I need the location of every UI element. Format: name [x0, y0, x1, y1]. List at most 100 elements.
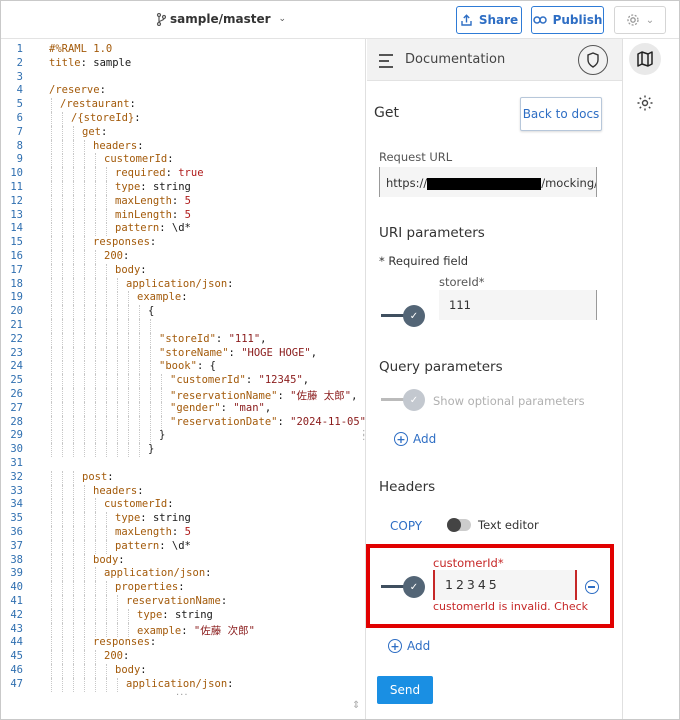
- pane-splitter[interactable]: ::: [362, 428, 365, 443]
- branch-icon: [156, 12, 166, 26]
- error-highlight-box: [366, 544, 614, 628]
- code-line: 26 "reservationName": "佐藤 太郎",: [1, 388, 366, 402]
- code-text: application/json:: [31, 677, 233, 692]
- line-number: 2: [16, 56, 23, 69]
- security-button[interactable]: [578, 45, 608, 75]
- code-text: /reserve:: [49, 84, 106, 97]
- line-number: 35: [10, 512, 23, 525]
- line-number: 16: [10, 250, 23, 262]
- line-number: 37: [10, 539, 23, 552]
- code-text: #%RAML 1.0: [49, 43, 113, 55]
- text-editor-switch[interactable]: [447, 518, 471, 532]
- headers-title: Headers: [379, 479, 436, 495]
- api-settings-tab[interactable]: [636, 94, 654, 116]
- send-button[interactable]: Send: [377, 676, 433, 704]
- link-icon: [532, 16, 547, 24]
- redacted-host: [427, 177, 542, 190]
- code-line: 42 type: string: [1, 608, 366, 623]
- settings-menu-button[interactable]: ⌄: [614, 6, 666, 34]
- code-line: 16 200:: [1, 250, 366, 264]
- uri-parameters-title: URI parameters: [379, 225, 485, 241]
- documentation-header: Documentation: [367, 39, 622, 81]
- line-number: 13: [10, 208, 23, 221]
- line-number: 42: [10, 608, 23, 621]
- copy-button[interactable]: COPY: [390, 519, 422, 533]
- code-text: }: [31, 443, 154, 458]
- line-number: 46: [10, 664, 23, 676]
- code-line: 19 example:: [1, 291, 366, 306]
- plus-icon: +: [394, 432, 408, 446]
- line-number: 41: [10, 595, 23, 607]
- menu-icon[interactable]: [379, 54, 393, 72]
- required-note: * Required field: [379, 254, 469, 268]
- code-text: "storeName": "HOGE HOGE",: [31, 346, 317, 361]
- line-number: 18: [10, 277, 23, 290]
- top-bar: sample/master ⌄ Share Publish ⌄: [1, 1, 679, 39]
- code-line: 22 "storeId": "111",: [1, 332, 366, 347]
- line-number: 30: [10, 443, 23, 456]
- code-line: 40 properties:: [1, 581, 366, 596]
- line-number: 31: [10, 457, 23, 469]
- branch-selector[interactable]: sample/master ⌄: [156, 12, 286, 26]
- code-text: "book": {: [31, 360, 216, 375]
- code-line: 39 application/json:: [1, 567, 366, 582]
- code-line: 14 pattern: \d*: [1, 222, 366, 237]
- query-parameters-title: Query parameters: [379, 359, 503, 375]
- line-number: 26: [10, 388, 23, 400]
- code-line: 30}: [1, 443, 366, 458]
- editor-resize-handle[interactable]: ···: [176, 690, 189, 701]
- text-editor-label: Text editor: [478, 518, 539, 532]
- scroll-arrow-icon[interactable]: ⇕: [352, 700, 360, 711]
- code-line: 17 body:: [1, 263, 366, 278]
- code-line: 29}: [1, 429, 366, 444]
- publish-button[interactable]: Publish: [531, 6, 604, 34]
- line-number: 15: [10, 236, 23, 249]
- add-header-button[interactable]: + Add: [388, 639, 430, 653]
- code-line: 9 customerId:: [1, 153, 366, 168]
- request-url-field[interactable]: https:// /mocking/: [379, 167, 597, 197]
- code-text: "reservationDate": "2024-11-05",: [31, 415, 372, 430]
- method-title: Get: [374, 105, 399, 121]
- branch-name: sample/master: [170, 12, 271, 26]
- code-text: }: [31, 429, 165, 444]
- right-rail: [622, 39, 679, 719]
- line-number: 43: [10, 622, 23, 635]
- line-number: 28: [10, 415, 23, 428]
- storeid-input[interactable]: 111: [439, 290, 597, 320]
- code-line: 46 body:: [1, 664, 366, 678]
- code-text: body:: [31, 553, 125, 568]
- line-number: 23: [10, 346, 23, 359]
- line-number: 14: [10, 222, 23, 235]
- code-line: 36 maxLength: 5: [1, 526, 366, 540]
- code-line: 23 "storeName": "HOGE HOGE",: [1, 346, 366, 361]
- code-line: 20 {: [1, 305, 366, 320]
- code-text: "gender": "man",: [31, 401, 271, 416]
- chevron-down-icon: ⌄: [278, 14, 287, 24]
- code-text: responses:: [31, 636, 156, 651]
- code-text: application/json:: [31, 277, 233, 292]
- code-text: body:: [31, 664, 147, 678]
- line-number: 44: [10, 636, 23, 649]
- code-line: 45 200:: [1, 650, 366, 665]
- code-line: 8 headers:: [1, 139, 366, 154]
- back-to-docs-button[interactable]: Back to docs: [520, 97, 602, 131]
- share-button[interactable]: Share: [456, 6, 522, 34]
- code-line: 32 post:: [1, 470, 366, 485]
- code-text: reservationName:: [31, 595, 227, 609]
- line-number: 17: [10, 263, 23, 276]
- line-number: 40: [10, 581, 23, 594]
- line-number: 12: [10, 194, 23, 207]
- code-text: headers:: [31, 139, 144, 154]
- line-number: 38: [10, 553, 23, 566]
- map-icon: [637, 51, 653, 67]
- code-editor[interactable]: 1 #%RAML 1.0 2 title: sample 3 4/reserve: 5/re…: [1, 39, 372, 719]
- add-query-param-button[interactable]: + Add: [394, 432, 436, 446]
- optional-params-toggle[interactable]: ✓: [381, 389, 425, 411]
- storeid-enable-toggle[interactable]: ✓: [381, 305, 425, 327]
- share-label: Share: [478, 13, 519, 27]
- documentation-tab[interactable]: [629, 43, 661, 75]
- shield-icon: [587, 52, 599, 68]
- code-line: 34 customerId:: [1, 498, 366, 513]
